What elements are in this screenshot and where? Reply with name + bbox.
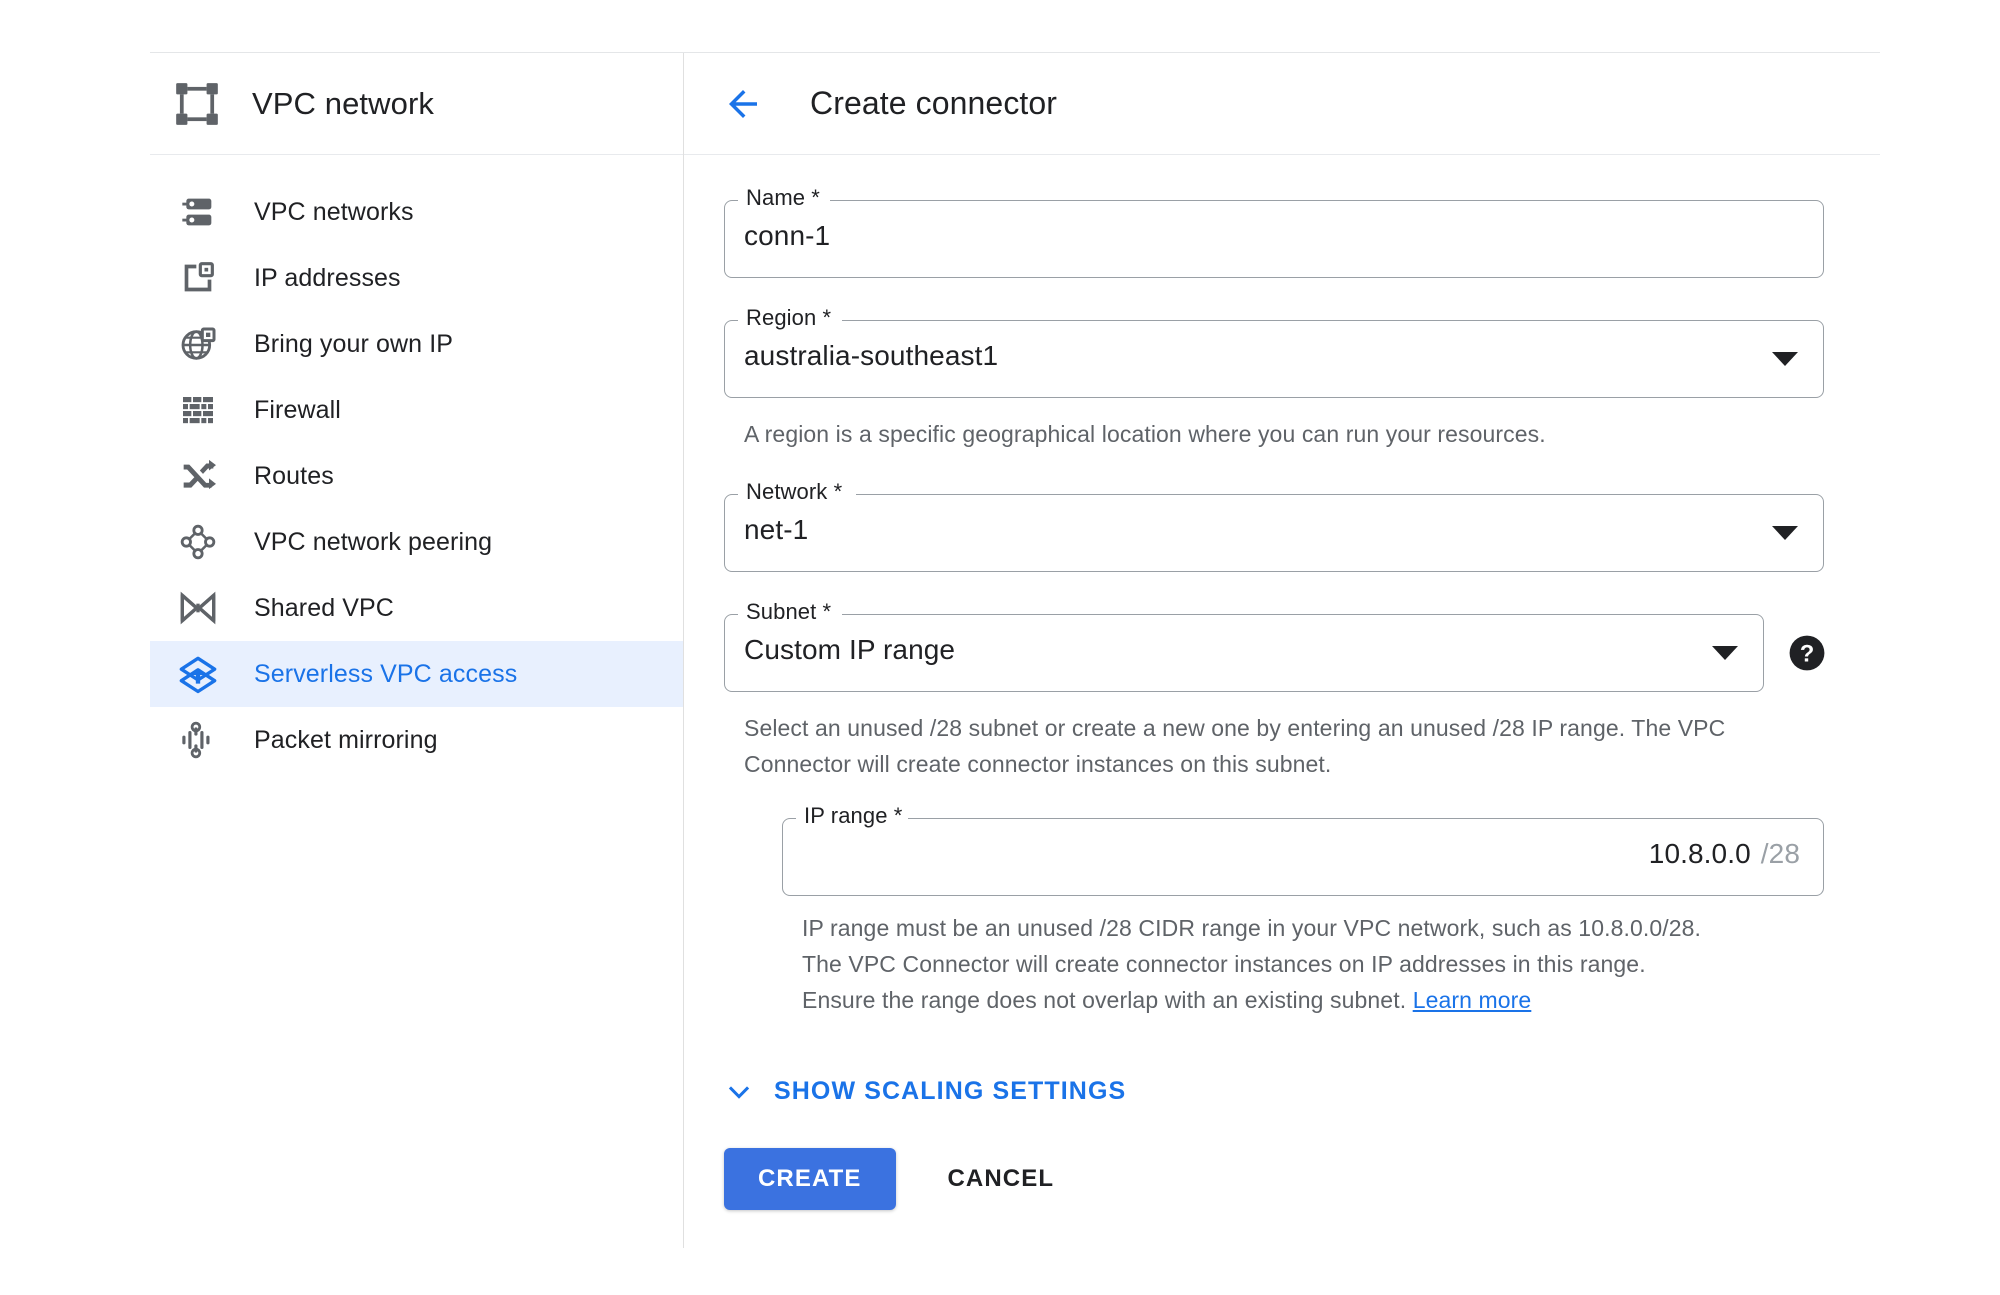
sidebar-item-label: Routes — [254, 461, 334, 490]
ip-address-icon — [184, 262, 214, 292]
server-rack-icon — [182, 198, 212, 226]
sidebar-item-bring-your-own-ip[interactable]: Bring your own IP — [150, 311, 683, 377]
chevron-down-icon — [728, 1086, 750, 1099]
sidebar-item-label: Bring your own IP — [254, 329, 454, 358]
subnet-field-value: Custom IP range — [744, 634, 956, 665]
form-actions: CREATE CANCEL — [724, 1148, 1784, 1210]
layers-arrow-icon — [179, 656, 217, 694]
chevron-down-icon[interactable] — [1712, 646, 1738, 660]
region-helper-text: A region is a specific geographical loca… — [744, 421, 1546, 447]
svg-text:?: ? — [1800, 641, 1815, 668]
chevron-down-icon[interactable] — [1772, 526, 1798, 540]
name-field-value: conn-1 — [744, 220, 831, 251]
show-scaling-settings-label: SHOW SCALING SETTINGS — [774, 1076, 1127, 1105]
back-arrow-icon[interactable] — [722, 83, 764, 125]
sidebar-item-serverless-vpc-access[interactable]: Serverless VPC access — [150, 641, 683, 707]
help-circle-icon[interactable]: ? — [1788, 634, 1826, 672]
ip-range-field-label: IP range * — [804, 803, 903, 828]
globe-ip-icon — [181, 327, 216, 360]
page-header: Create connector — [684, 53, 1880, 155]
field-outline — [724, 200, 1824, 278]
peering-nodes-icon — [180, 524, 216, 560]
ip-range-value: 10.8.0.0 — [1648, 838, 1751, 869]
ip-range-group: IP range * 10.8.0.0/28 IP range must be … — [782, 803, 1824, 1018]
bowtie-icon — [180, 591, 216, 625]
main-content: Create connector Name * conn-1 Region * … — [684, 53, 1880, 1248]
name-field[interactable]: Name * conn-1 — [724, 185, 1824, 278]
subnet-helper-text: Select an unused /28 subnet or create a … — [744, 715, 1726, 777]
sidebar-item-ip-addresses[interactable]: IP addresses — [150, 245, 683, 311]
sidebar-nav: VPC networks IP addresses Bring your own… — [150, 155, 683, 773]
sidebar-item-firewall[interactable]: Firewall — [150, 377, 683, 443]
sidebar-item-label: IP addresses — [254, 263, 401, 292]
ip-range-helper-line1: IP range must be an unused /28 CIDR rang… — [802, 915, 1701, 941]
network-select[interactable]: Network * net-1 — [724, 479, 1824, 572]
sidebar-item-label: VPC networks — [254, 197, 414, 226]
sidebar-item-packet-mirroring[interactable]: Packet mirroring — [150, 707, 683, 773]
cancel-button[interactable]: CANCEL — [920, 1148, 1083, 1210]
product-header: VPC network — [150, 53, 683, 155]
vpc-network-icon — [176, 82, 218, 125]
page-title: Create connector — [810, 85, 1058, 121]
sidebar-item-vpc-network-peering[interactable]: VPC network peering — [150, 509, 683, 575]
region-field-value: australia-southeast1 — [744, 340, 999, 371]
network-field-value: net-1 — [744, 514, 809, 545]
ip-range-suffix: /28 — [1760, 838, 1800, 869]
create-button[interactable]: CREATE — [724, 1148, 896, 1210]
product-title: VPC network — [252, 85, 434, 121]
create-connector-form: Name * conn-1 Region * australia-southea… — [684, 155, 1825, 1210]
sidebar-item-label: Shared VPC — [254, 593, 394, 622]
ip-range-helper-line3: Ensure the range does not overlap with a… — [802, 987, 1407, 1013]
learn-more-link[interactable]: Learn more — [1413, 987, 1532, 1013]
field-outline — [724, 494, 1824, 572]
region-field-label: Region * — [746, 305, 832, 330]
sidebar-item-label: VPC network peering — [254, 527, 493, 556]
ip-range-helper-line2: The VPC Connector will create connector … — [802, 951, 1646, 977]
shuffle-arrows-icon — [183, 459, 216, 490]
ip-range-field[interactable]: IP range * 10.8.0.0/28 — [782, 803, 1824, 896]
sidebar-item-vpc-networks[interactable]: VPC networks — [150, 179, 683, 245]
vpc-create-connector-page: VPC network VPC networks IP addresses Br… — [0, 0, 2000, 1295]
sidebar-item-shared-vpc[interactable]: Shared VPC — [150, 575, 683, 641]
sidebar-item-routes[interactable]: Routes — [150, 443, 683, 509]
name-field-label: Name * — [746, 185, 820, 210]
subnet-select[interactable]: Subnet * Custom IP range ? — [724, 599, 1825, 692]
subnet-field-label: Subnet * — [746, 599, 832, 624]
sidebar-item-label: Packet mirroring — [254, 725, 438, 754]
network-field-label: Network * — [746, 479, 843, 504]
brick-wall-icon — [183, 397, 213, 424]
chevron-down-icon[interactable] — [1772, 352, 1798, 366]
sidebar-item-label: Firewall — [254, 395, 341, 424]
ip-range-field-value-wrap: 10.8.0.0/28 — [1649, 838, 1800, 870]
region-select[interactable]: Region * australia-southeast1 — [724, 305, 1824, 398]
ip-range-helper-text: IP range must be an unused /28 CIDR rang… — [802, 910, 1784, 1018]
sidebar-item-label: Serverless VPC access — [254, 659, 518, 688]
sidebar: VPC network VPC networks IP addresses Br… — [150, 53, 683, 1248]
packet-mirroring-icon — [182, 721, 210, 759]
show-scaling-settings-toggle[interactable]: SHOW SCALING SETTINGS — [724, 1076, 1126, 1106]
